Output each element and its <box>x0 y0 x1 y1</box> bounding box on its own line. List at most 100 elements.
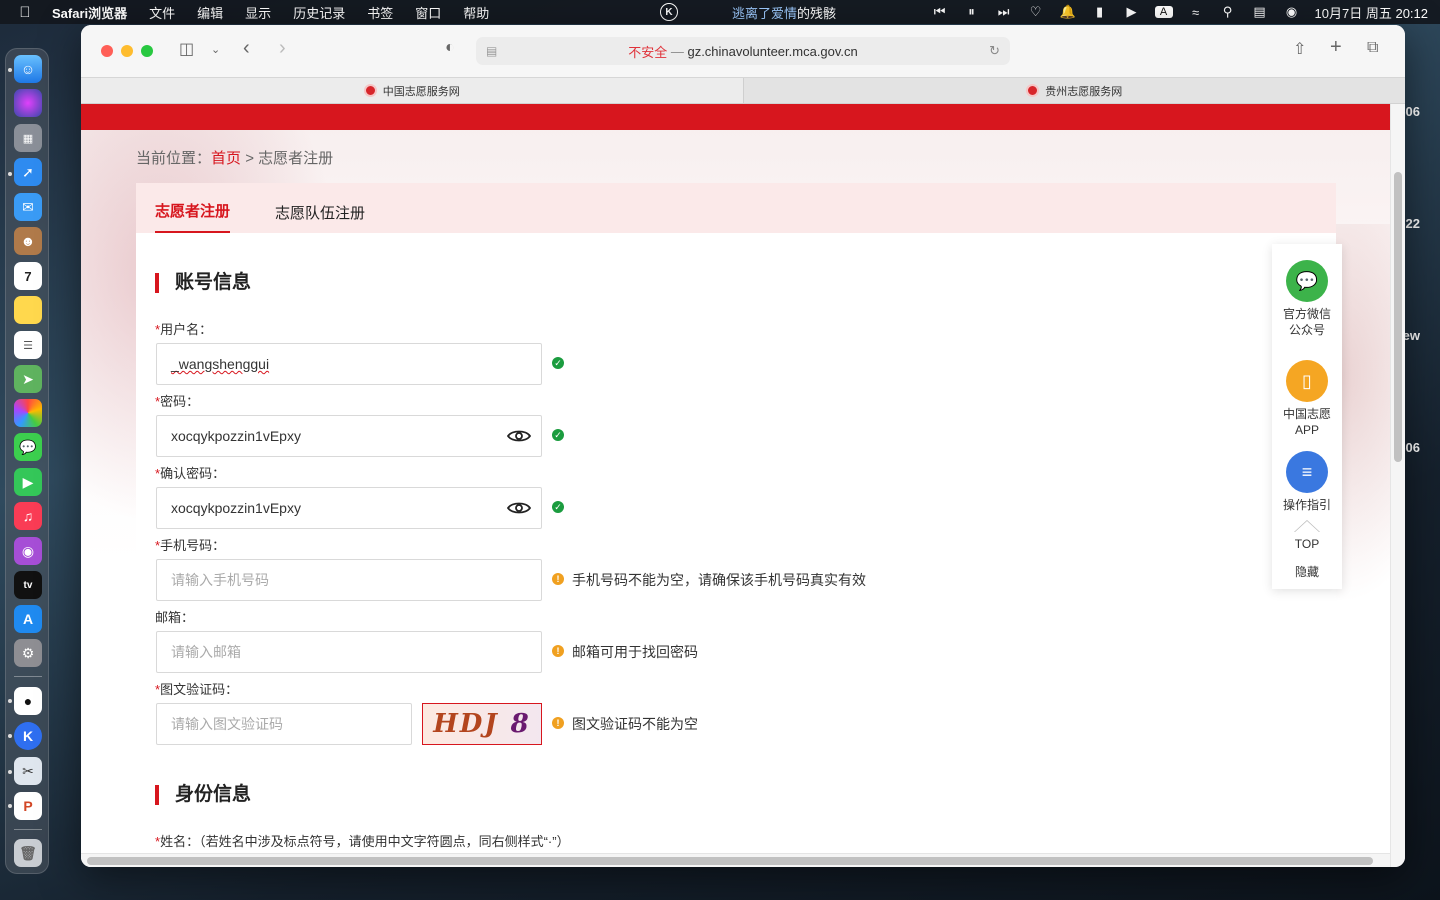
horizontal-scrollbar[interactable] <box>81 853 1390 867</box>
horizontal-scroll-thumb[interactable] <box>87 857 1373 865</box>
input-method-icon[interactable]: A <box>1154 6 1173 18</box>
photos-icon[interactable] <box>14 399 42 427</box>
minimize-window-button[interactable] <box>121 45 133 57</box>
running-indicator <box>8 804 12 808</box>
menubar-clock[interactable]: 10月7日 周五 20:12 <box>1315 3 1428 22</box>
new-tab-plus-icon[interactable]: + <box>1330 36 1342 59</box>
share-icon[interactable]: ⇧ <box>1293 39 1306 59</box>
phone-input[interactable]: 请输入手机号码 <box>156 559 542 601</box>
username-field[interactable]: _wangshenggui <box>156 343 542 385</box>
breadcrumb-home-link[interactable]: 首页 <box>211 150 241 167</box>
forward-arrow-icon[interactable]: › <box>279 37 286 60</box>
username-value: _wangshenggui <box>171 356 270 372</box>
menu-edit[interactable]: 编辑 <box>197 3 223 22</box>
system-preferences-icon[interactable]: ⚙ <box>14 639 42 667</box>
password-field[interactable]: xocqykpozzin1vEpxy <box>156 415 542 457</box>
captcha-text-1: HDJ <box>433 709 499 739</box>
menu-history[interactable]: 历史记录 <box>293 3 345 22</box>
siri-app-icon[interactable] <box>14 89 42 117</box>
operation-guide-button[interactable]: ≡ 操作指引 <box>1272 451 1342 513</box>
reminders-icon[interactable]: ☰ <box>14 331 42 359</box>
address-bar[interactable]: ▤ 不安全 — gz.chinavolunteer.mca.gov.cn ↻ <box>476 37 1010 65</box>
trash-icon[interactable]: 🗑 <box>14 839 42 867</box>
tab-china-volunteer[interactable]: 中国志愿服务网 <box>81 78 744 103</box>
sidebar-toggle-icon[interactable]: ◫ <box>179 39 194 59</box>
next-track-icon[interactable]: ⏭ <box>995 4 1013 20</box>
running-indicator <box>8 699 12 703</box>
close-window-button[interactable] <box>101 45 113 57</box>
back-to-top-button[interactable]: TOP <box>1272 520 1342 552</box>
browser-toolbar: ◫ ⌄ ‹ › ◐ ▤ 不安全 — gz.chinavolunteer.mca.… <box>81 25 1405 77</box>
tab-overview-icon[interactable]: ⧉ <box>1367 39 1378 57</box>
notes-icon[interactable] <box>14 296 42 324</box>
mail-icon[interactable]: ✉ <box>14 193 42 221</box>
launchpad-icon[interactable]: ▦ <box>14 124 42 152</box>
play-circle-icon[interactable]: ▶ <box>1123 4 1141 20</box>
menu-file[interactable]: 文件 <box>149 3 175 22</box>
kugou-music-icon[interactable]: K <box>14 722 42 750</box>
running-indicator <box>8 734 12 738</box>
confirm-password-label: *确认密码： <box>155 463 225 482</box>
apple-tv-icon[interactable]: tv <box>14 571 42 599</box>
show-password-eye-icon[interactable] <box>507 501 531 515</box>
captcha-image[interactable]: HDJ 8 <box>422 703 542 745</box>
safari-icon[interactable]: ➚ <box>14 158 42 186</box>
username-label-text: 用户名： <box>160 322 213 337</box>
finder-icon[interactable]: ☺ <box>14 55 42 83</box>
siri-icon[interactable]: ◉ <box>1283 4 1301 20</box>
menu-help[interactable]: 帮助 <box>463 3 489 22</box>
check-icon: ✓ <box>552 357 564 369</box>
app-store-icon[interactable]: A <box>14 605 42 633</box>
phone-label: *手机号码： <box>155 535 225 554</box>
menu-view[interactable]: 显示 <box>245 3 271 22</box>
kugou-menu-icon[interactable]: K <box>660 3 678 21</box>
apple-menu-icon[interactable]:  <box>12 4 38 21</box>
now-playing-prefix: 逃离了爱情 <box>732 5 798 21</box>
email-label: 邮箱： <box>155 610 195 625</box>
calendar-icon[interactable]: 7 <box>14 262 42 290</box>
screenshot-tool-icon[interactable]: ✂ <box>14 757 42 785</box>
hide-panel-button[interactable]: 隐藏 <box>1272 564 1342 580</box>
zoom-window-button[interactable] <box>141 45 153 57</box>
page-menu-icon[interactable]: ▤ <box>486 44 497 58</box>
back-arrow-icon[interactable]: ‹ <box>243 37 250 60</box>
podcasts-icon[interactable]: ◉ <box>14 537 42 565</box>
control-center-icon[interactable]: ▤ <box>1251 4 1269 20</box>
captcha-input[interactable]: 请输入图文验证码 <box>156 703 412 745</box>
privacy-shield-icon[interactable]: ◐ <box>445 39 455 57</box>
tab-team-register[interactable]: 志愿队伍注册 <box>275 202 365 233</box>
china-volunteer-app-button[interactable]: ▯ 中国志愿APP <box>1272 360 1342 438</box>
wechat-official-account-button[interactable]: 💬 官方微信公众号 <box>1272 260 1342 338</box>
mobile-phone-icon: ▯ <box>1286 360 1328 402</box>
tab-guizhou-volunteer[interactable]: 贵州志愿服务网 <box>744 78 1406 103</box>
facetime-icon[interactable]: ▶ <box>14 468 42 496</box>
spotlight-search-icon[interactable]: ⚲ <box>1219 4 1237 20</box>
qq-icon[interactable]: ● <box>14 687 42 715</box>
maps-icon[interactable]: ➤ <box>14 365 42 393</box>
reload-icon[interactable]: ↻ <box>989 43 1000 59</box>
signpost-icon: ≡ <box>1286 451 1328 493</box>
name-label-text: 姓名： <box>160 834 200 849</box>
menu-app-name[interactable]: Safari浏览器 <box>52 3 127 22</box>
registration-tabs: 志愿者注册 志愿队伍注册 <box>136 183 1336 233</box>
email-input[interactable]: 请输入邮箱 <box>156 631 542 673</box>
confirm-password-field[interactable]: xocqykpozzin1vEpxy <box>156 487 542 529</box>
battery-icon[interactable]: ▮ <box>1091 4 1109 20</box>
previous-track-icon[interactable]: ⏮ <box>931 4 949 20</box>
wechat-label: 官方微信公众号 <box>1282 307 1331 337</box>
music-icon[interactable]: ♫ <box>14 502 42 530</box>
contacts-icon[interactable]: ☻ <box>14 227 42 255</box>
vertical-scroll-thumb[interactable] <box>1394 172 1402 462</box>
menu-bookmarks[interactable]: 书签 <box>367 3 393 22</box>
powerpoint-icon[interactable]: P <box>14 792 42 820</box>
tab-volunteer-register[interactable]: 志愿者注册 <box>155 200 231 233</box>
notification-bell-icon[interactable]: 🔔 <box>1059 4 1077 20</box>
wifi-icon[interactable]: ≈ <box>1187 5 1205 20</box>
chevron-down-icon[interactable]: ⌄ <box>211 43 220 56</box>
vertical-scrollbar[interactable] <box>1390 104 1405 867</box>
heart-icon[interactable]: ♡ <box>1027 4 1045 20</box>
show-password-eye-icon[interactable] <box>507 429 531 443</box>
messages-icon[interactable]: 💬 <box>14 433 42 461</box>
menu-window[interactable]: 窗口 <box>415 3 441 22</box>
pause-icon[interactable]: ⏸ <box>963 4 981 20</box>
